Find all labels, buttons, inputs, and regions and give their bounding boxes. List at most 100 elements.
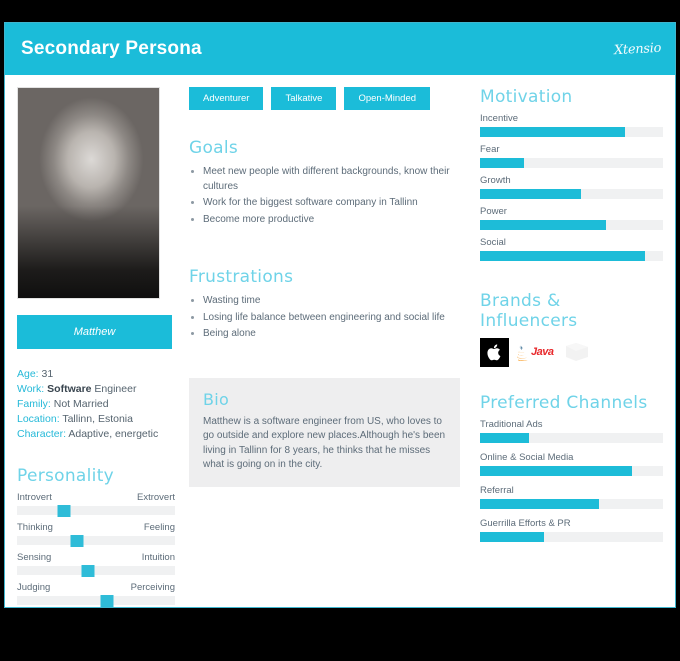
card-body: Matthew Age: 31 Work: Software Engineer Fa… [5,75,675,607]
slider-labels: Sensing Intuition [17,552,175,563]
bar-fill [480,220,607,230]
personality-sliders: Introvert Extrovert Thinking Feeling Sensing… [17,492,175,607]
persona-tag[interactable]: Open-Minded [344,87,431,110]
frustrations-title: Frustrations [189,267,294,287]
persona-details: Age: 31 Work: Software Engineer Family: No… [17,367,175,442]
slider-handle[interactable] [57,505,71,517]
bar-fill [480,251,645,261]
brands-logos: Java [480,337,663,367]
bar-group: Power [480,206,663,230]
left-column: Matthew Age: 31 Work: Software Engineer Fa… [17,87,175,607]
brands-section: Brands & Influencers Java [480,291,663,367]
bar-group: Fear [480,144,663,168]
motivation-section: Motivation Incentive Fear Growth Power Socia… [480,87,663,261]
bar-track[interactable] [480,251,663,261]
slider-label-right: Feeling [143,522,175,533]
bar-track[interactable] [480,220,663,230]
detail-row: Family: Not Married [17,397,175,412]
bar-label: Guerrilla Efforts & PR [480,518,571,529]
slider-label-left: Sensing [17,552,52,563]
slider-track[interactable] [17,505,175,517]
slider-labels: Judging Perceiving [17,582,175,593]
personality-title: Personality [17,466,115,486]
channels-title: Preferred Channels [480,393,648,413]
right-column: Motivation Incentive Fear Growth Power Socia… [460,87,663,607]
bar-track[interactable] [480,127,663,137]
personality-slider[interactable]: Judging Perceiving [17,582,175,607]
slider-handle[interactable] [81,565,95,577]
bar-fill [480,466,632,476]
channels-bars: Traditional Ads Online & Social Media Refe… [480,419,663,542]
detail-row: Age: 31 [17,367,175,382]
bar-group: Online & Social Media [480,452,663,476]
slider-handle[interactable] [70,535,84,547]
list-item: Meet new people with different backgroun… [203,164,460,194]
slider-label-right: Perceiving [130,582,175,593]
detail-label: Age: [17,368,42,380]
bar-label: Incentive [480,113,519,124]
bar-label: Fear [480,144,500,155]
java-logo-label: Java [531,346,554,358]
slider-track[interactable] [17,595,175,607]
bar-group: Referral [480,485,663,509]
bar-group: Traditional Ads [480,419,663,443]
detail-label: Family: [17,398,54,410]
card-header: Secondary Persona Xtensio [5,23,675,75]
bar-track[interactable] [480,433,663,443]
java-logo-icon: Java [516,344,554,361]
slider-labels: Thinking Feeling [17,522,175,533]
detail-row: Work: Software Engineer [17,382,175,397]
bar-track[interactable] [480,158,663,168]
brands-title: Brands & Influencers [480,291,578,331]
list-item: Become more productive [203,212,460,228]
bar-group: Social [480,237,663,261]
bar-label: Traditional Ads [480,419,543,430]
bar-label: Power [480,206,507,217]
channels-section: Preferred Channels Traditional Ads Online… [480,393,663,542]
persona-tag[interactable]: Talkative [271,87,337,110]
bar-track[interactable] [480,532,663,542]
slider-label-left: Introvert [17,492,52,503]
personality-slider[interactable]: Introvert Extrovert [17,492,175,517]
motivation-bars: Incentive Fear Growth Power Social [480,113,663,261]
slider-track[interactable] [17,535,175,547]
bar-label: Online & Social Media [480,452,574,463]
bar-track[interactable] [480,466,663,476]
bar-track[interactable] [480,189,663,199]
middle-column: Adventurer Talkative Open-Minded Goals Mee… [175,87,460,607]
persona-tag[interactable]: Adventurer [189,87,264,110]
list-item: Being alone [203,326,460,342]
bar-fill [480,532,545,542]
frustrations-list: Wasting timeLosing life balance between … [189,293,460,342]
bar-group: Incentive [480,113,663,137]
personality-section: Personality Introvert Extrovert Thinking Fe… [17,466,175,607]
list-item: Work for the biggest software company in… [203,195,460,211]
detail-row: Character: Adaptive, energetic [17,427,175,442]
bar-track[interactable] [480,499,663,509]
bar-label: Referral [480,485,514,496]
detail-label: Location: [17,413,63,425]
persona-tags: Adventurer Talkative Open-Minded [189,87,460,110]
slider-label-left: Thinking [17,522,53,533]
bar-label: Growth [480,175,511,186]
bar-group: Guerrilla Efforts & PR [480,518,663,542]
unknown-logo-icon [560,340,594,364]
goals-section: Goals Meet new people with different bac… [189,138,460,227]
list-item: Wasting time [203,293,460,309]
slider-track[interactable] [17,565,175,577]
goals-title: Goals [189,138,239,158]
slider-handle[interactable] [100,595,114,607]
slider-label-right: Extrovert [136,492,175,503]
bio-section: Bio Matthew is a software engineer from … [189,377,460,487]
detail-value: 31 [41,368,54,380]
slider-label-right: Intuition [141,552,175,563]
detail-value: Adaptive, energetic [68,428,159,440]
bar-fill [480,189,581,199]
detail-value: Software Engineer [47,383,137,395]
bar-fill [480,127,625,137]
personality-slider[interactable]: Sensing Intuition [17,552,175,577]
persona-nameplate: Matthew [17,315,172,349]
personality-slider[interactable]: Thinking Feeling [17,522,175,547]
persona-photo [17,87,160,299]
bar-fill [480,433,530,443]
